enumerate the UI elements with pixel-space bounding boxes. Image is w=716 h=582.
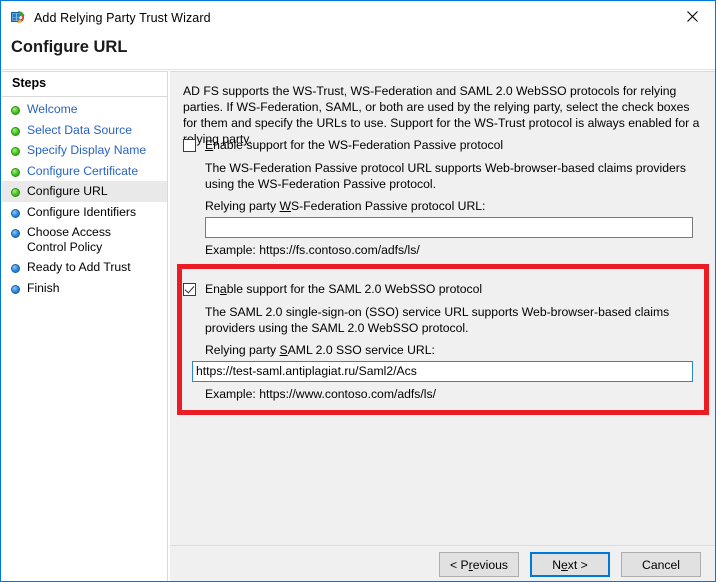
next-label-post: xt > [567, 557, 588, 572]
previous-label-pre: < P [450, 557, 469, 572]
sidebar-item-specify-display-name[interactable]: Specify Display Name [2, 140, 167, 161]
steps-sidebar: Steps Welcome Select Data Source Specify… [2, 71, 168, 581]
sidebar-item-label: Specify Display Name [27, 143, 147, 157]
step-bullet-complete-icon [11, 126, 20, 136]
content-panel: AD FS supports the WS-Trust, WS-Federati… [170, 71, 715, 545]
sidebar-item-label: Finish [27, 280, 60, 295]
step-bullet-complete-icon [11, 167, 20, 177]
page-title: Configure URL [11, 38, 128, 56]
saml-url-input[interactable]: https://test-saml.antiplagiat.ru/Saml2/A… [192, 361, 693, 382]
saml-checkbox[interactable] [183, 283, 196, 296]
previous-label-post: evious [472, 557, 508, 572]
sidebar-item-finish[interactable]: Finish [2, 278, 167, 299]
saml-url-label: Relying party SAML 2.0 SSO service URL: [205, 343, 435, 357]
sidebar-item-label: Select Data Source [27, 122, 133, 137]
wizard-footer: < Pr evious Ne xt > Cancel [170, 545, 715, 581]
saml-checkbox-label: Enable support for the SAML 2.0 WebSSO p… [205, 282, 482, 296]
title-bar: Add Relying Party Trust Wizard [1, 1, 715, 34]
button-bar: < Pr evious Ne xt > Cancel [439, 552, 701, 577]
wizard-app-icon [10, 10, 26, 26]
sidebar-item-configure-identifiers[interactable]: Configure Identifiers [2, 202, 167, 223]
saml-accelerator: a [219, 282, 227, 296]
sidebar-item-label: Configure Certificate [27, 163, 139, 178]
sidebar-item-welcome[interactable]: Welcome [2, 99, 167, 120]
saml-description: The SAML 2.0 single-sign-on (SSO) servic… [205, 305, 670, 335]
wsfed-label-rest: nable support for the WS-Federation Pass… [213, 138, 504, 152]
wsfed-accelerator: E [205, 138, 214, 152]
steps-list: Welcome Select Data Source Specify Displ… [2, 99, 167, 298]
sidebar-item-label: Configure URL [27, 184, 108, 198]
sidebar-item-label: Welcome [27, 102, 78, 116]
page-header: Configure URL [1, 34, 715, 70]
sidebar-item-label: Configure Identifiers [27, 204, 137, 219]
wsfed-checkbox-label: Enable support for the WS-Federation Pas… [205, 138, 503, 152]
saml-checkbox-row[interactable]: Enable support for the SAML 2.0 WebSSO p… [183, 282, 482, 296]
step-bullet-complete-icon [11, 106, 20, 115]
sidebar-item-label: Choose Access Control Policy [27, 225, 112, 254]
wsfed-url-label: Relying party WS-Federation Passive prot… [205, 199, 485, 213]
wsfed-url-example: Example: https://fs.contoso.com/adfs/ls/ [205, 243, 420, 257]
window-title: Add Relying Party Trust Wizard [34, 10, 211, 25]
sidebar-item-configure-url[interactable]: Configure URL [2, 181, 167, 202]
header-divider [1, 69, 715, 70]
sidebar-item-label: Ready to Add Trust [27, 260, 131, 274]
wsfed-url-label-pre: Relying party [205, 199, 280, 213]
step-bullet-pending-icon [11, 264, 20, 273]
previous-button[interactable]: < Pr evious [439, 552, 519, 577]
saml-url-label-pre: Relying party [205, 343, 280, 357]
wsfed-url-input[interactable] [205, 217, 693, 238]
sidebar-item-ready-to-add-trust[interactable]: Ready to Add Trust [2, 257, 167, 278]
next-accelerator: e [561, 557, 568, 572]
wsfed-checkbox[interactable] [183, 139, 196, 152]
wizard-window: Add Relying Party Trust Wizard Configure… [0, 0, 716, 582]
wsfed-url-accelerator: W [279, 199, 292, 213]
saml-label-pre: En [205, 282, 220, 296]
next-button[interactable]: Ne xt > [530, 552, 610, 577]
close-icon[interactable] [669, 1, 715, 32]
wsfed-description: The WS-Federation Passive protocol URL s… [205, 161, 686, 191]
next-label-pre: N [552, 557, 562, 572]
step-bullet-pending-icon [11, 284, 20, 294]
step-bullet-pending-icon [11, 229, 20, 238]
saml-url-label-post: AML 2.0 SSO service URL: [287, 343, 435, 357]
cancel-button[interactable]: Cancel [621, 552, 701, 577]
step-bullet-complete-icon [11, 147, 20, 156]
sidebar-item-choose-access-control-policy[interactable]: Choose Access Control Policy [2, 222, 167, 257]
sidebar-item-configure-certificate[interactable]: Configure Certificate [2, 161, 167, 182]
steps-divider [2, 96, 167, 97]
step-bullet-pending-icon [11, 208, 20, 218]
steps-heading: Steps [12, 76, 47, 90]
step-bullet-current-icon [11, 188, 20, 197]
saml-label-post: ble support for the SAML 2.0 WebSSO prot… [226, 282, 483, 296]
saml-url-accelerator: S [279, 343, 288, 357]
wsfed-url-label-post: S-Federation Passive protocol URL: [291, 199, 486, 213]
wsfed-checkbox-row[interactable]: Enable support for the WS-Federation Pas… [183, 138, 503, 152]
saml-url-example: Example: https://www.contoso.com/adfs/ls… [205, 387, 436, 401]
sidebar-item-select-data-source[interactable]: Select Data Source [2, 120, 167, 141]
